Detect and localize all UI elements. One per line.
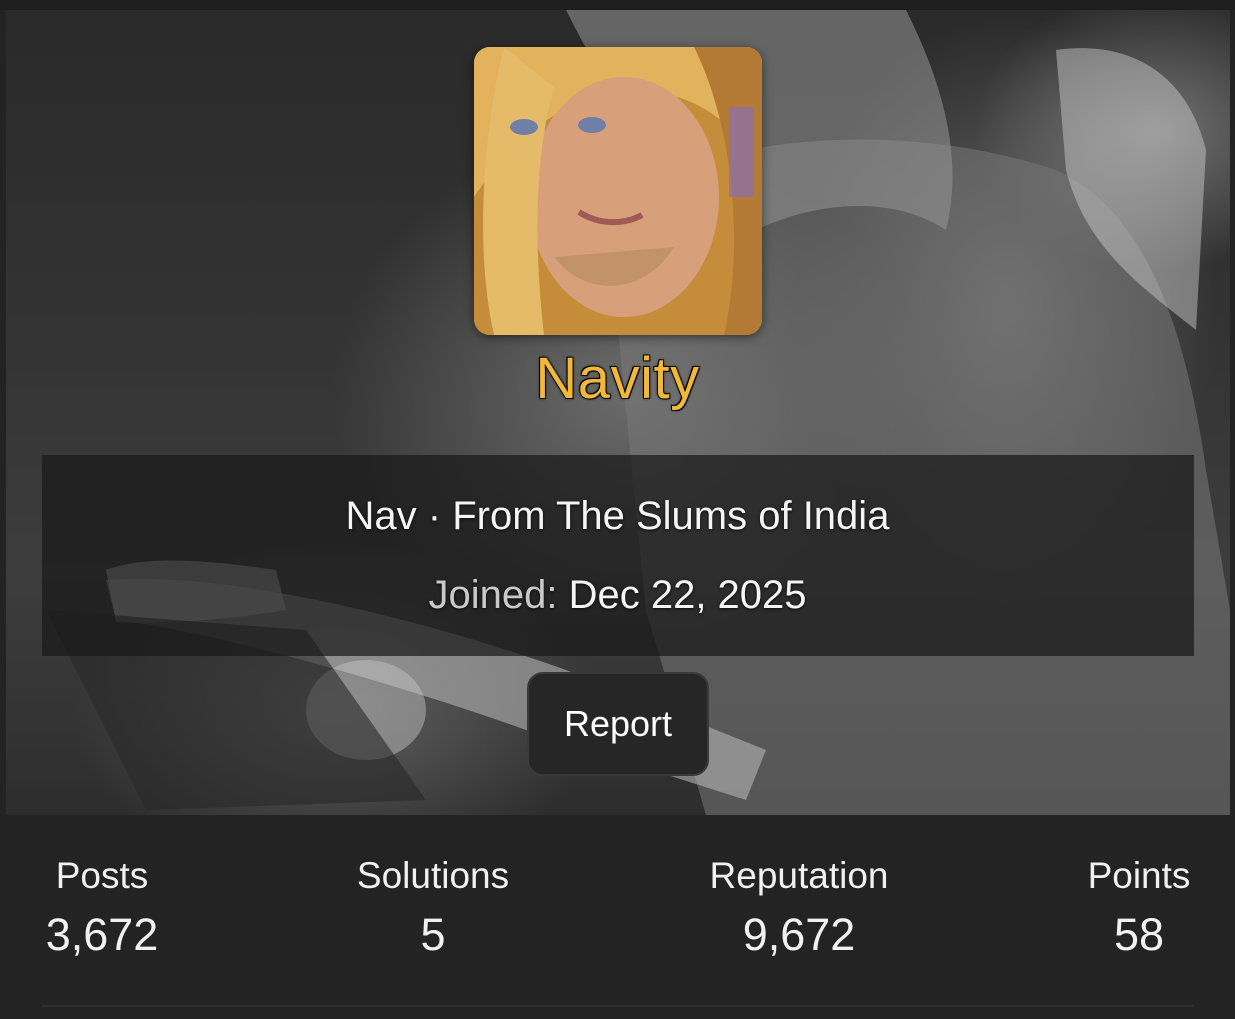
profile-joined-date: Joined: Dec 22, 2025 — [0, 573, 1235, 618]
stat-label: Solutions — [356, 855, 510, 896]
stat-label: Reputation — [709, 855, 889, 896]
stat-points[interactable]: Points 58 — [1082, 855, 1196, 961]
stat-reputation[interactable]: Reputation 9,672 — [704, 855, 894, 961]
stat-value: 9,672 — [742, 909, 856, 960]
avatar-photo — [474, 47, 762, 335]
stat-solutions[interactable]: Solutions 5 — [353, 855, 513, 961]
stat-posts[interactable]: Posts 3,672 — [42, 855, 162, 961]
stat-value: 58 — [1113, 909, 1165, 960]
stat-label: Points — [1087, 855, 1191, 896]
stats-divider — [42, 1005, 1194, 1007]
joined-value: Dec 22, 2025 — [568, 573, 807, 617]
profile-username: Navity — [534, 345, 700, 412]
top-strip — [0, 0, 1235, 10]
profile-page: Navity Nav · From The Slums of India Joi… — [0, 0, 1235, 1019]
profile-info-panel — [42, 455, 1194, 656]
stat-label: Posts — [55, 855, 149, 896]
report-button[interactable]: Report — [527, 672, 709, 776]
profile-avatar[interactable] — [474, 47, 762, 335]
stat-value: 5 — [420, 909, 446, 960]
profile-stats: Posts 3,672 Solutions 5 Reputation 9,672… — [0, 815, 1235, 1019]
stat-value: 3,672 — [45, 909, 159, 960]
profile-tagline: Nav · From The Slums of India — [345, 494, 890, 538]
joined-label: Joined: — [428, 573, 558, 617]
